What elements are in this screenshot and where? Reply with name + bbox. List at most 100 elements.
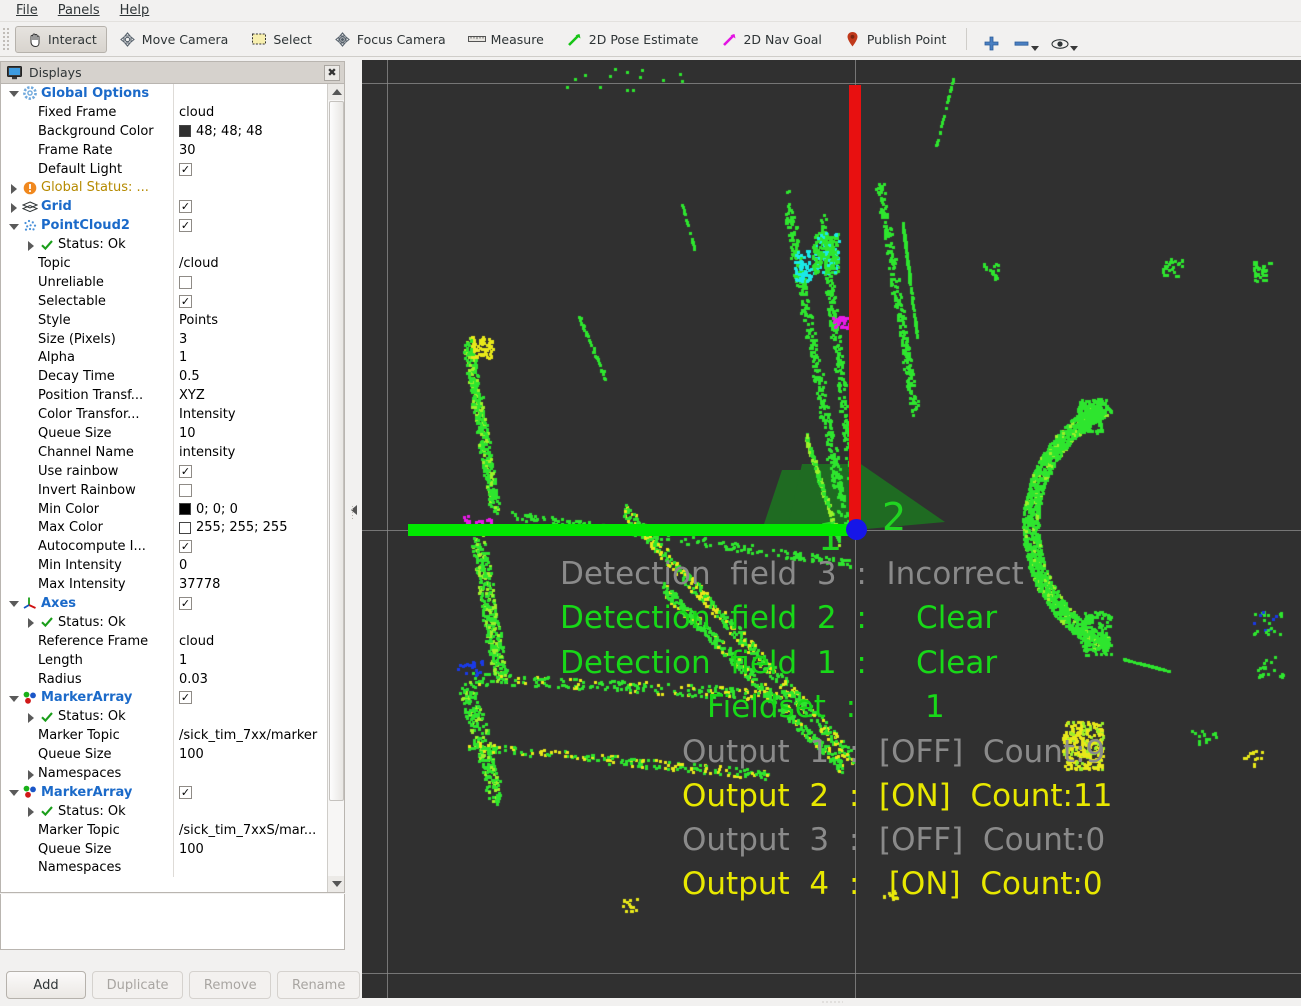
tree-row[interactable]: Frame Rate30	[1, 141, 327, 160]
view-resize-grip[interactable]	[821, 1000, 843, 1004]
toolbar-drag-handle[interactable]	[2, 27, 11, 51]
tree-row[interactable]: Status: Ok	[1, 613, 327, 632]
chevron-down-icon[interactable]	[7, 596, 21, 610]
checkbox-checked[interactable]: ✓	[179, 163, 192, 176]
tree-row-value[interactable]	[173, 613, 327, 632]
tree-row[interactable]: Default Light✓	[1, 160, 327, 179]
tree-row-value[interactable]: 1	[173, 651, 327, 670]
tree-row-value[interactable]: ✓	[173, 216, 327, 235]
tree-row[interactable]: Length1	[1, 651, 327, 670]
tree-row-value[interactable]: XYZ	[173, 386, 327, 405]
checkbox-checked[interactable]: ✓	[179, 465, 192, 478]
tree-row-value[interactable]	[173, 178, 327, 197]
tool-interact[interactable]: Interact	[15, 26, 107, 53]
tree-row-value[interactable]	[173, 707, 327, 726]
tree-row[interactable]: Color Transfor...Intensity	[1, 405, 327, 424]
chevron-right-icon[interactable]	[24, 804, 38, 818]
tree-row[interactable]: Fixed Framecloud	[1, 103, 327, 122]
tree-row[interactable]: Max Intensity37778	[1, 575, 327, 594]
tree-row[interactable]: Namespaces	[1, 859, 327, 878]
tree-row-value[interactable]: intensity	[173, 443, 327, 462]
tree-row-value[interactable]: 0; 0; 0	[173, 500, 327, 519]
chevron-right-icon[interactable]	[7, 181, 21, 195]
color-swatch[interactable]	[179, 125, 191, 137]
checkbox-checked[interactable]: ✓	[179, 540, 192, 553]
chevron-down-icon[interactable]	[7, 691, 21, 705]
tree-row-value[interactable]: ✓	[173, 537, 327, 556]
tree-row[interactable]: Min Intensity0	[1, 556, 327, 575]
menu-file[interactable]: File	[6, 1, 48, 20]
tool-measure[interactable]: Measure	[458, 26, 554, 53]
tool-2d-nav-goal[interactable]: 2D Nav Goal	[710, 26, 831, 53]
chevron-down-icon[interactable]	[7, 86, 21, 100]
chevron-right-icon[interactable]	[7, 200, 21, 214]
checkbox-checked[interactable]: ✓	[179, 219, 192, 232]
tree-row[interactable]: Marker Topic/sick_tim_7xx/marker	[1, 726, 327, 745]
zoom-out-button[interactable]	[1006, 26, 1045, 53]
tree-row[interactable]: MarkerArray✓	[1, 689, 327, 708]
tree-row[interactable]: Queue Size100	[1, 745, 327, 764]
tree-row-value[interactable]: 30	[173, 141, 327, 160]
tree-row-value[interactable]: Intensity	[173, 405, 327, 424]
menu-help[interactable]: Help	[110, 1, 160, 20]
menu-panels[interactable]: Panels	[48, 1, 110, 20]
tree-row-value[interactable]: Points	[173, 311, 327, 330]
duplicate-button[interactable]: Duplicate	[92, 971, 183, 999]
tree-row[interactable]: Size (Pixels)3	[1, 330, 327, 349]
tree-row-value[interactable]: ✓	[173, 462, 327, 481]
tree-row[interactable]: Global Status: ...	[1, 178, 327, 197]
tree-row[interactable]: Radius0.03	[1, 670, 327, 689]
checkbox-checked[interactable]: ✓	[179, 200, 192, 213]
tree-row[interactable]: Global Options	[1, 84, 327, 103]
tree-row-value[interactable]: ✓	[173, 689, 327, 708]
checkbox-checked[interactable]: ✓	[179, 597, 192, 610]
scroll-down-icon[interactable]	[328, 876, 345, 892]
tree-row-value[interactable]: /sick_tim_7xx/marker	[173, 726, 327, 745]
chevron-down-icon[interactable]	[7, 785, 21, 799]
tree-row[interactable]: Axes✓	[1, 594, 327, 613]
tree-row[interactable]: Min Color0; 0; 0	[1, 500, 327, 519]
tree-row-value[interactable]: 48; 48; 48	[173, 122, 327, 141]
tree-row[interactable]: Decay Time0.5	[1, 367, 327, 386]
tree-row[interactable]: MarkerArray✓	[1, 783, 327, 802]
rename-button[interactable]: Rename	[277, 971, 360, 999]
tree-row-value[interactable]: ✓	[173, 160, 327, 179]
checkbox-checked[interactable]: ✓	[179, 691, 192, 704]
splitter-grip[interactable]	[351, 505, 354, 519]
tree-row-value[interactable]: ✓	[173, 783, 327, 802]
tree-row-value[interactable]: ✓	[173, 594, 327, 613]
tool-select[interactable]: Select	[240, 26, 322, 53]
remove-button[interactable]: Remove	[189, 971, 271, 999]
tree-row-value[interactable]: 1	[173, 348, 327, 367]
tree-row-value[interactable]: ✓	[173, 197, 327, 216]
tree-row[interactable]: Unreliable	[1, 273, 327, 292]
chevron-down-icon[interactable]	[7, 219, 21, 233]
tree-row[interactable]: Reference Framecloud	[1, 632, 327, 651]
tree-row-value[interactable]: ✓	[173, 292, 327, 311]
tool-2d-pose-estimate[interactable]: 2D Pose Estimate	[556, 26, 709, 53]
tree-row-value[interactable]: 37778	[173, 575, 327, 594]
zoom-out-chevron-down-icon[interactable]	[1031, 46, 1039, 51]
tree-row-value[interactable]	[173, 859, 327, 878]
add-button[interactable]: Add	[6, 971, 86, 999]
tree-row-value[interactable]	[173, 802, 327, 821]
tree-row-value[interactable]: 100	[173, 840, 327, 859]
tree-row[interactable]: Status: Ok	[1, 235, 327, 254]
tree-row[interactable]: Topic/cloud	[1, 254, 327, 273]
tree-row-value[interactable]: 0.5	[173, 367, 327, 386]
tree-row[interactable]: Status: Ok	[1, 802, 327, 821]
tree-row[interactable]: Autocompute I...✓	[1, 537, 327, 556]
tree-row[interactable]: Use rainbow✓	[1, 462, 327, 481]
tree-row-value[interactable]: 100	[173, 745, 327, 764]
tree-row[interactable]: Grid✓	[1, 197, 327, 216]
tree-row[interactable]: Position Transf...XYZ	[1, 386, 327, 405]
chevron-right-icon[interactable]	[24, 238, 38, 252]
displays-scrollbar[interactable]	[327, 84, 344, 892]
tree-row-value[interactable]: 0.03	[173, 670, 327, 689]
tree-row[interactable]: StylePoints	[1, 311, 327, 330]
3d-render-view[interactable]: 1 2 Detection field 3 : IncorrectDetecti…	[362, 60, 1301, 998]
close-icon[interactable]: ✖	[324, 65, 340, 81]
chevron-right-icon[interactable]	[24, 615, 38, 629]
tree-row-value[interactable]: 3	[173, 330, 327, 349]
chevron-right-icon[interactable]	[24, 710, 38, 724]
